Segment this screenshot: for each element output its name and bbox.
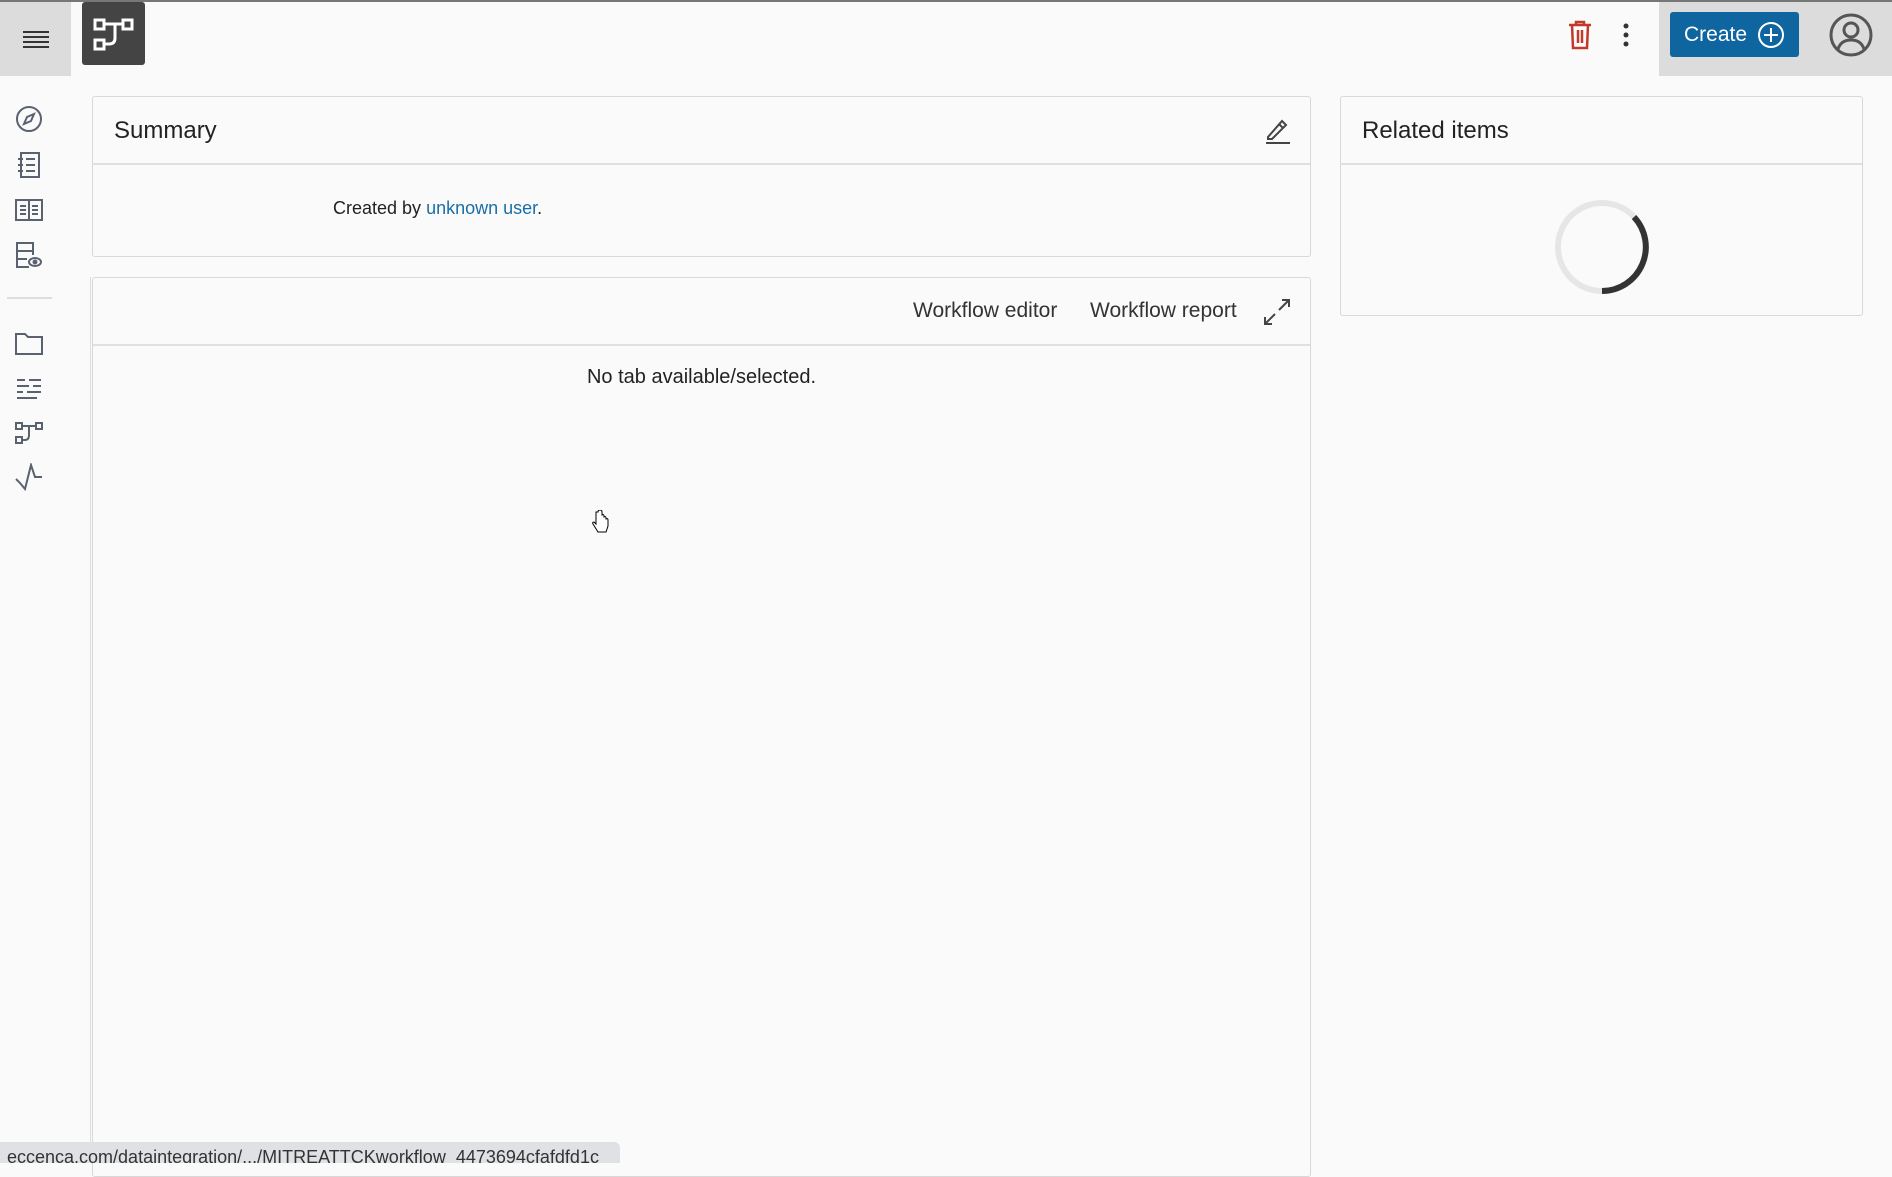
hand-cursor-icon (592, 510, 609, 533)
fullscreen-button[interactable] (1263, 298, 1291, 331)
summary-card: Summary Created by unknown user. (92, 96, 1311, 257)
transform-icon (17, 379, 41, 399)
user-menu-button[interactable] (1829, 13, 1873, 62)
created-by-prefix: Created by (333, 198, 427, 218)
sidebar-item-explore[interactable] (14, 104, 44, 134)
user-avatar-icon (1829, 13, 1873, 57)
more-options-button[interactable] (1620, 22, 1632, 53)
created-by-user-link[interactable]: unknown user (426, 198, 537, 218)
created-by-text: Created by unknown user. (333, 198, 542, 219)
workflow-icon (15, 422, 43, 444)
sidebar-divider (7, 297, 52, 299)
workflow-card: Workflow editor Workflow report No tab a… (92, 277, 1311, 1177)
trash-icon (1569, 20, 1591, 50)
summary-header: Summary (93, 97, 1310, 165)
sidebar-item-workflows[interactable] (14, 418, 44, 448)
activity-icon (15, 463, 42, 491)
summary-title: Summary (114, 117, 217, 144)
sidebar-item-transforms[interactable] (14, 373, 44, 403)
tab-workflow-editor[interactable]: Workflow editor (913, 299, 1057, 323)
sidebar-item-activity[interactable] (14, 462, 44, 492)
more-vertical-icon (1623, 23, 1629, 47)
sidebar-item-notebook[interactable] (14, 150, 44, 180)
menu-button[interactable] (0, 2, 71, 76)
sidebar-item-projects[interactable] (14, 328, 44, 358)
related-items-card: Related items (1340, 96, 1863, 316)
folder-icon (15, 333, 43, 355)
sidebar-item-reading[interactable] (14, 195, 44, 225)
dataset-preview-icon (16, 242, 42, 268)
menu-icon (22, 31, 49, 48)
top-bar: Create (0, 2, 1892, 76)
workflow-logo-icon (93, 18, 133, 50)
create-button[interactable]: Create (1670, 12, 1799, 57)
created-by-suffix: . (537, 198, 543, 218)
related-items-header: Related items (1341, 97, 1862, 165)
workflow-tabs-header: Workflow editor Workflow report (93, 278, 1310, 346)
add-circle-icon (1758, 21, 1785, 48)
loading-spinner-icon (1555, 200, 1649, 294)
sidebar-border (90, 277, 91, 1163)
status-bar-url: eccenca.com/dataintegration/.../MITREATT… (0, 1142, 620, 1163)
expand-icon (1264, 299, 1290, 325)
delete-button[interactable] (1567, 20, 1593, 55)
notebook-icon (18, 152, 40, 178)
explore-icon (16, 106, 42, 132)
create-label: Create (1683, 22, 1748, 46)
related-items-title: Related items (1362, 117, 1509, 144)
edit-icon (1266, 119, 1290, 144)
tab-workflow-report[interactable]: Workflow report (1090, 299, 1237, 323)
workflow-logo[interactable] (82, 2, 145, 65)
empty-tab-message: No tab available/selected. (586, 366, 817, 388)
sidebar-item-dataset-preview[interactable] (14, 240, 44, 270)
edit-summary-button[interactable] (1263, 117, 1291, 150)
reading-icon (15, 199, 43, 221)
